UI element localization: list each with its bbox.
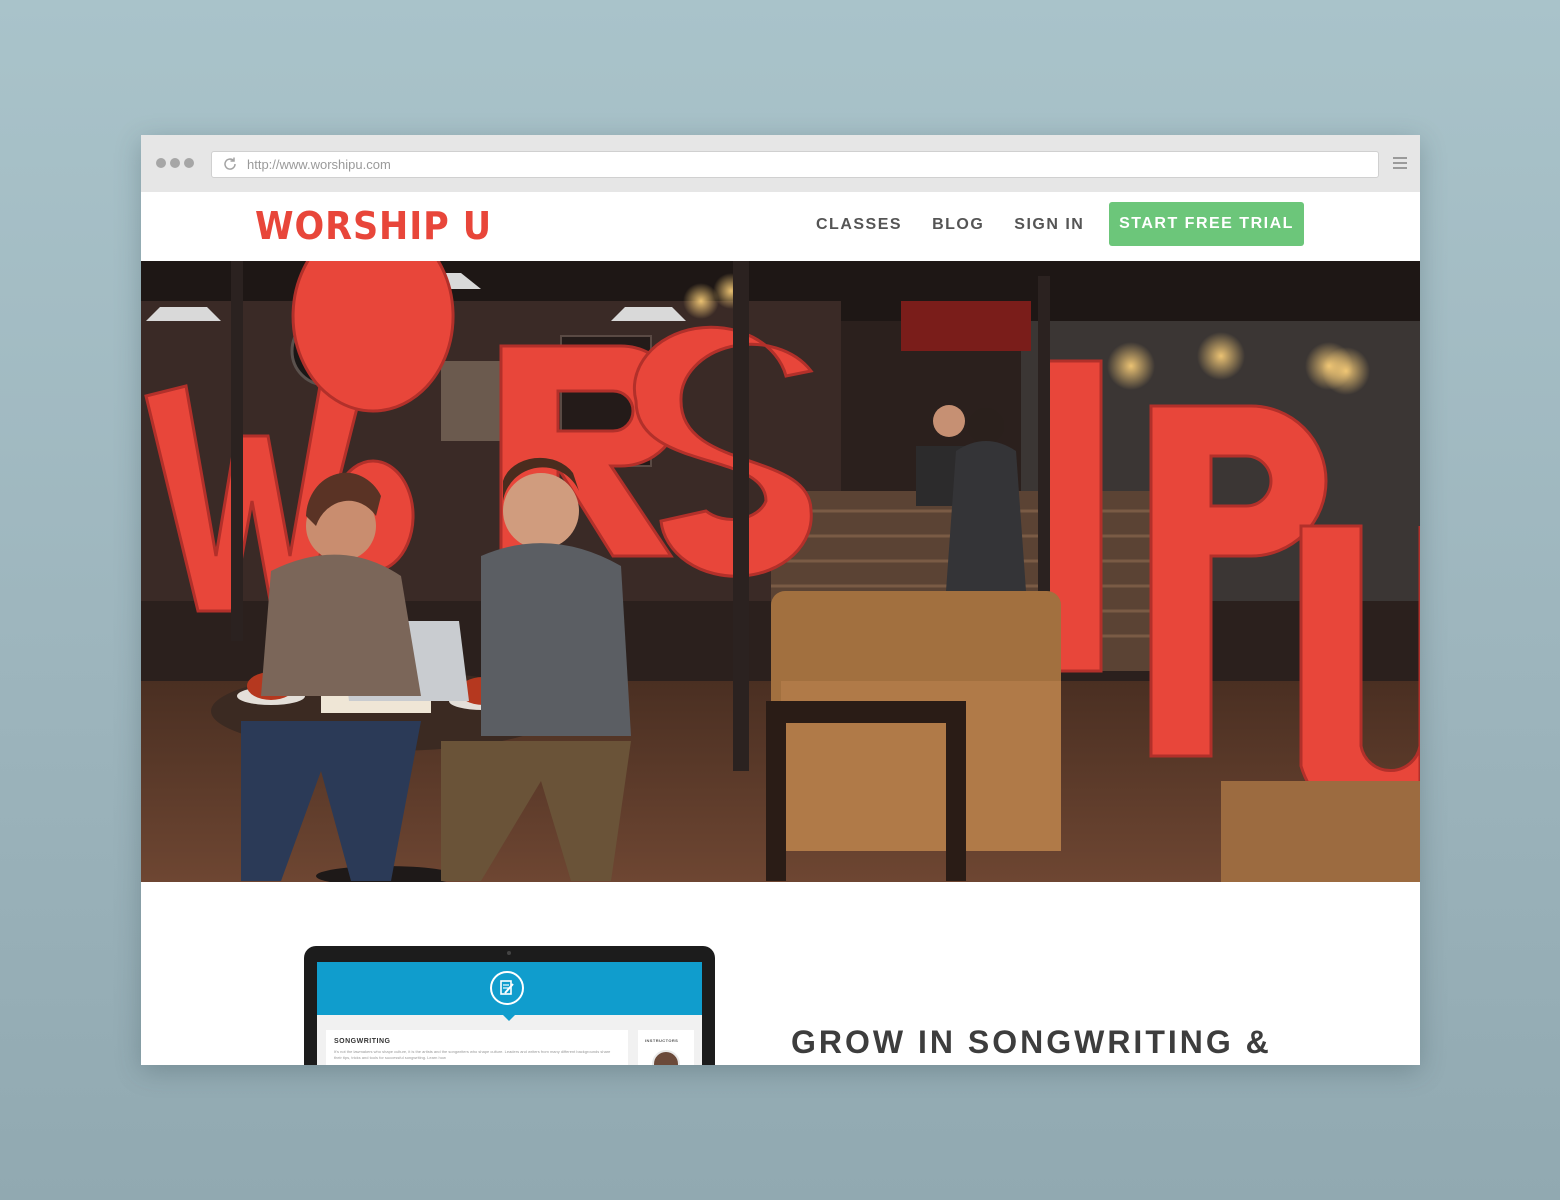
- nav-blog[interactable]: BLOG: [932, 216, 984, 234]
- site-header: WORSHIP U CLASSES BLOG SIGN IN START FRE…: [141, 192, 1420, 261]
- class-title: SONGWRITING: [334, 1038, 391, 1045]
- hero-cafe-illustration: [141, 261, 1420, 882]
- edit-document-icon: [490, 971, 524, 1005]
- screen-banner-pointer: [502, 1014, 516, 1021]
- screen-banner: [317, 962, 702, 1015]
- instructors-panel: INSTRUCTORS: [638, 1030, 694, 1065]
- url-text[interactable]: http://www.worshipu.com: [247, 157, 391, 172]
- instructors-title: INSTRUCTORS: [645, 1038, 679, 1043]
- browser-window: http://www.worshipu.com WORSHIP U CLASSE…: [141, 135, 1420, 1065]
- worship-u-logo[interactable]: WORSHIP U: [255, 204, 492, 248]
- class-description: It's not the lawmakers who shape culture…: [334, 1049, 611, 1060]
- class-card[interactable]: SONGWRITING It's not the lawmakers who s…: [326, 1030, 628, 1065]
- window-controls[interactable]: [156, 158, 194, 168]
- window-dot[interactable]: [170, 158, 180, 168]
- menu-icon[interactable]: [1393, 157, 1407, 172]
- laptop-camera: [507, 951, 511, 955]
- start-free-trial-button[interactable]: START FREE TRIAL: [1109, 202, 1304, 246]
- laptop-mockup: SONGWRITING It's not the lawmakers who s…: [304, 946, 715, 1065]
- window-dot[interactable]: [184, 158, 194, 168]
- reload-icon[interactable]: [222, 156, 238, 172]
- feature-section: SONGWRITING It's not the lawmakers who s…: [141, 882, 1420, 1065]
- address-bar[interactable]: http://www.worshipu.com: [211, 151, 1379, 178]
- nav-classes[interactable]: CLASSES: [816, 216, 902, 234]
- hero-photo: [141, 261, 1420, 882]
- main-nav: CLASSES BLOG SIGN IN: [816, 216, 1084, 234]
- section-headline: GROW IN SONGWRITING &: [791, 1024, 1272, 1060]
- laptop-screen: SONGWRITING It's not the lawmakers who s…: [317, 962, 702, 1065]
- nav-sign-in[interactable]: SIGN IN: [1014, 216, 1084, 234]
- window-dot[interactable]: [156, 158, 166, 168]
- instructor-avatar[interactable]: [652, 1050, 680, 1065]
- browser-toolbar: http://www.worshipu.com: [141, 135, 1420, 193]
